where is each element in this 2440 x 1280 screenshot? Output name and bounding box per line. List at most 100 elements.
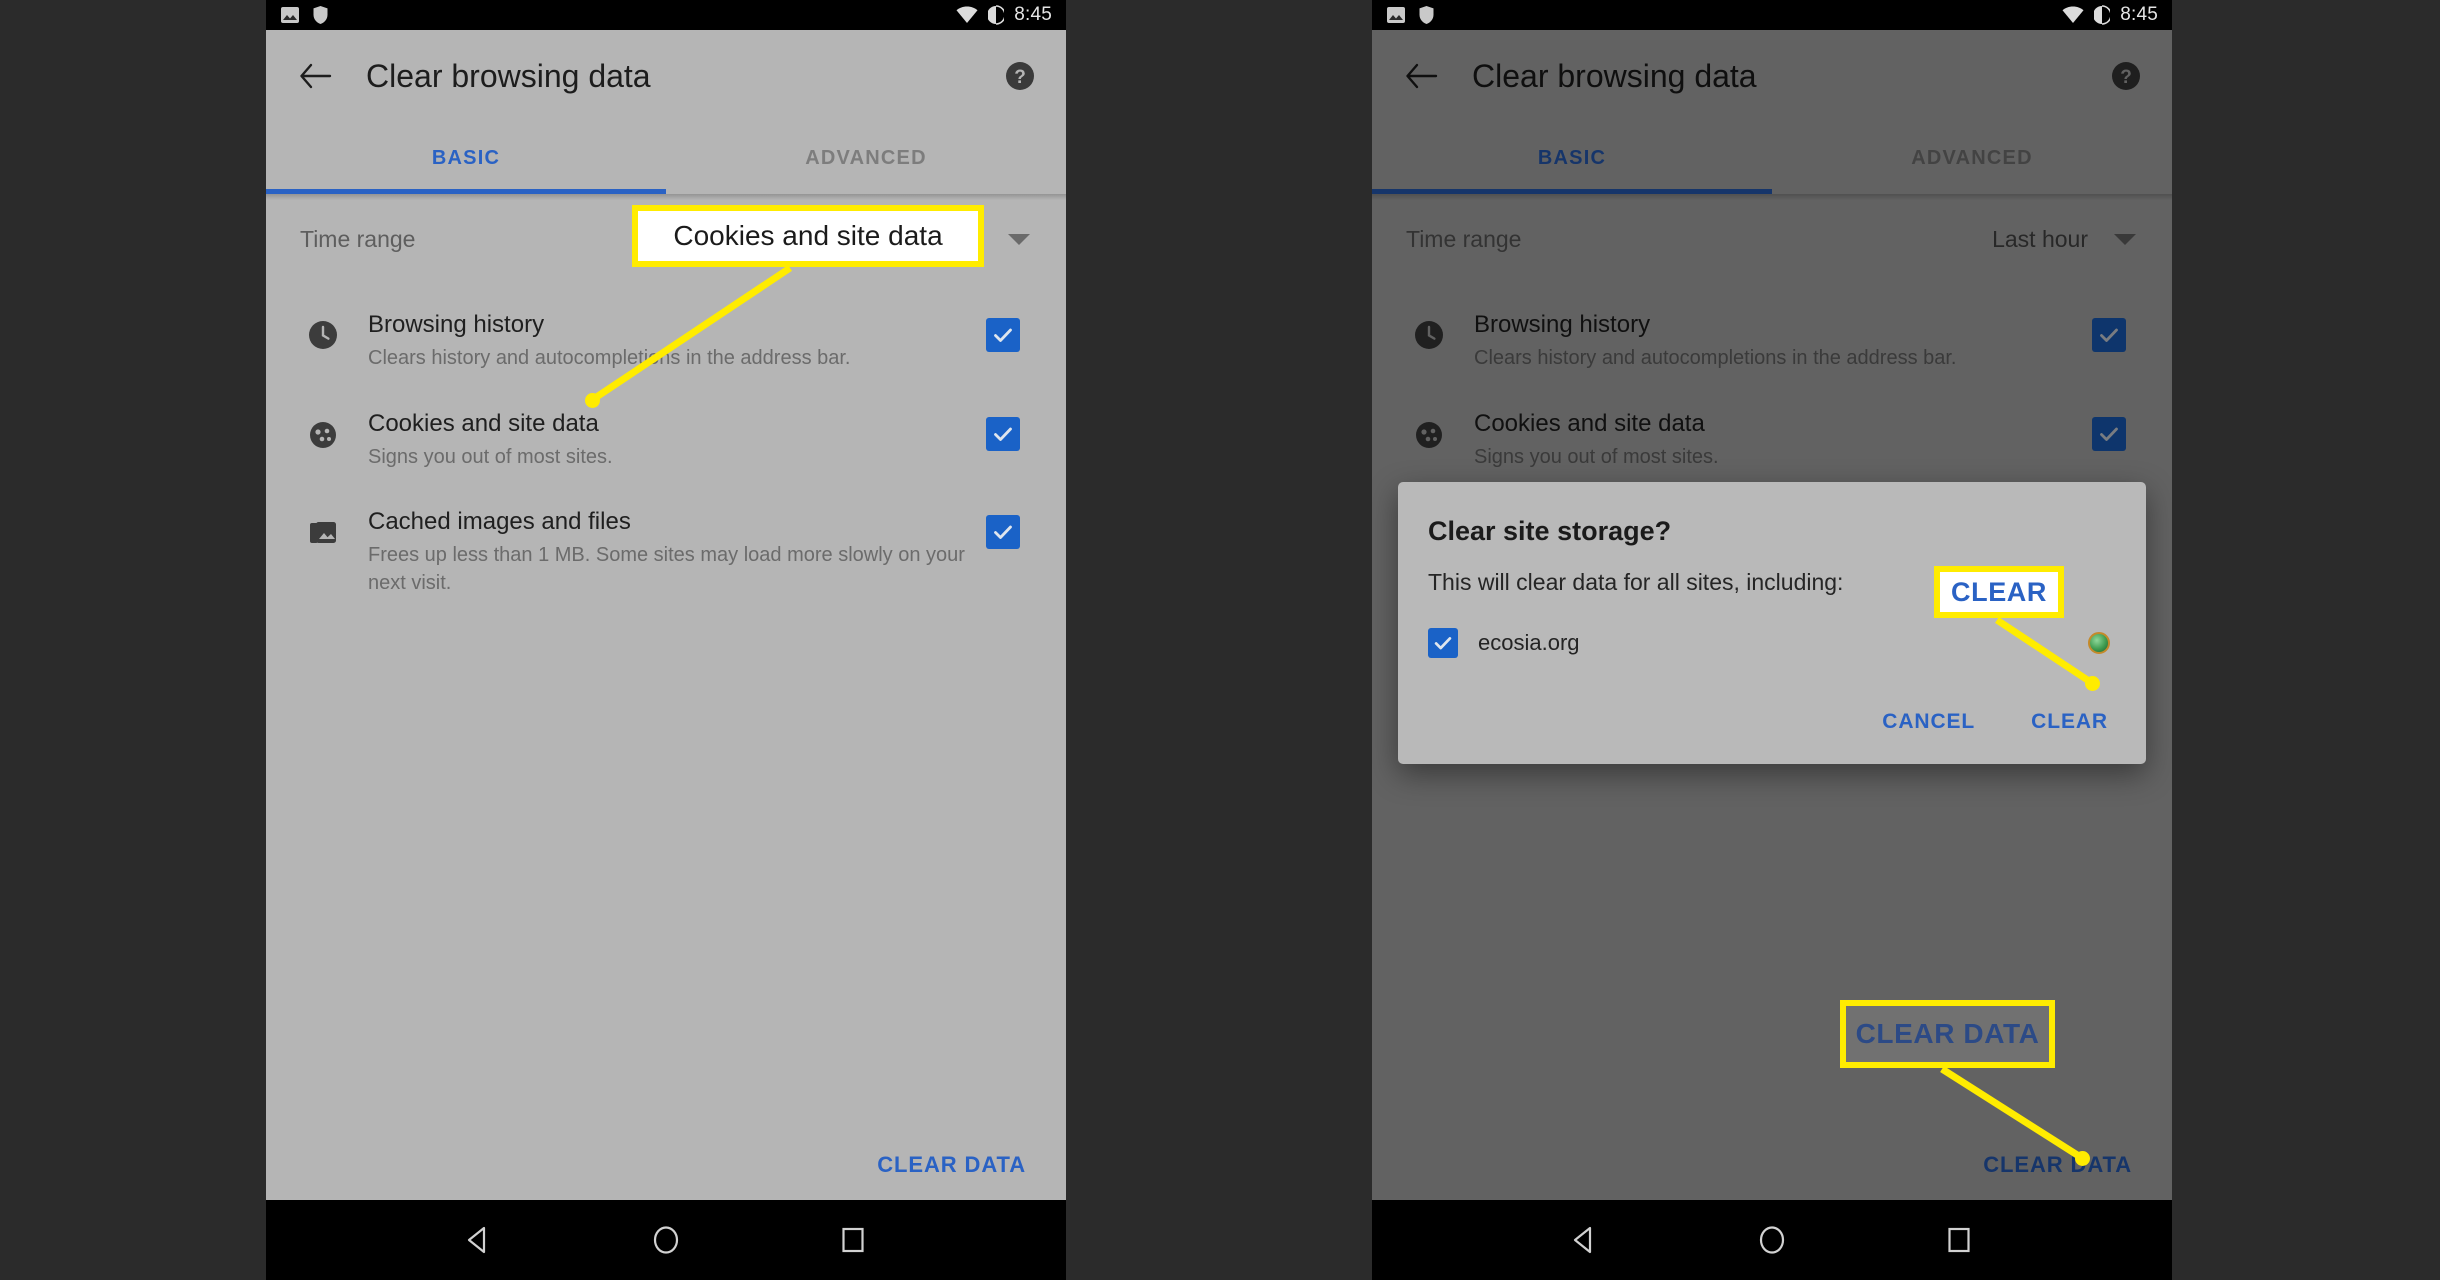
annotation-anchor-dot-clear xyxy=(2085,676,2100,691)
status-bar-right: 8:45 xyxy=(1372,0,2172,30)
settings-content-left: Time range Browsing history Clears histo… xyxy=(266,200,1066,1200)
annotation-callout-cookies: Cookies and site data xyxy=(632,205,984,267)
help-icon[interactable]: ? xyxy=(2106,56,2146,96)
android-nav-bar-right xyxy=(1372,1200,2172,1280)
checkbox-checked-icon[interactable] xyxy=(986,318,1020,352)
clear-data-button[interactable]: CLEAR DATA xyxy=(1983,1152,2132,1178)
option-checkbox-browsing-history[interactable] xyxy=(2092,310,2138,352)
checkbox-checked-icon[interactable] xyxy=(1428,628,1458,658)
dialog-site-name: ecosia.org xyxy=(1478,630,1580,655)
annotation-callout-clear: CLEAR xyxy=(1934,566,2064,618)
time-range-label: Time range xyxy=(300,225,416,252)
clear-options-list-left: Browsing history Clears history and auto… xyxy=(266,278,1066,615)
phone-left: 8:45 Clear browsing data ? BASIC ADVANCE… xyxy=(266,0,1066,1280)
tab-bar-left: BASIC ADVANCED xyxy=(266,122,1066,194)
tab-basic-label: BASIC xyxy=(431,146,501,169)
option-text-cookies: Cookies and site data Signs you out of m… xyxy=(352,409,986,472)
option-text-browsing-history: Browsing history Clears history and auto… xyxy=(352,310,986,373)
option-checkbox-browsing-history[interactable] xyxy=(986,310,1032,352)
nav-home-circle-icon[interactable] xyxy=(642,1216,690,1264)
option-checkbox-cached-images[interactable] xyxy=(986,507,1032,550)
android-nav-bar-left xyxy=(266,1200,1066,1280)
option-checkbox-cookies[interactable] xyxy=(2092,409,2138,451)
option-title: Cookies and site data xyxy=(368,409,599,437)
tab-bar-right: BASIC ADVANCED xyxy=(1372,122,2172,194)
tab-active-indicator xyxy=(1372,189,1772,194)
back-button[interactable] xyxy=(292,53,338,99)
annotation-callout-clear-data: CLEAR DATA xyxy=(1840,1000,2055,1068)
svg-text:?: ? xyxy=(2120,67,2132,88)
checkbox-checked-icon[interactable] xyxy=(2092,416,2126,451)
clock-icon xyxy=(1400,310,1458,352)
checkbox-checked-icon[interactable] xyxy=(2092,318,2126,352)
page-title: Clear browsing data xyxy=(366,57,651,94)
nav-back-triangle-icon[interactable] xyxy=(455,1216,503,1264)
tab-basic-label: BASIC xyxy=(1537,146,1607,169)
svg-text:?: ? xyxy=(1014,67,1026,88)
nav-back-triangle-icon[interactable] xyxy=(1561,1216,1609,1264)
tab-advanced[interactable]: ADVANCED xyxy=(1772,122,2172,194)
option-row-browsing-history[interactable]: Browsing history Clears history and auto… xyxy=(1372,292,2172,391)
help-icon[interactable]: ? xyxy=(1000,56,1040,96)
annotation-anchor-dot-cleardata xyxy=(2075,1151,2090,1166)
option-description: Signs you out of most sites. xyxy=(368,445,613,468)
photo-stack-icon xyxy=(294,507,352,549)
tab-advanced-label: ADVANCED xyxy=(1911,146,2033,169)
option-title: Browsing history xyxy=(368,311,545,338)
tab-basic[interactable]: BASIC xyxy=(266,122,666,194)
wifi-icon xyxy=(956,6,978,24)
dialog-site-row[interactable]: ecosia.org xyxy=(1428,628,2116,658)
dialog-title: Clear site storage? xyxy=(1428,516,1672,546)
nav-home-circle-icon[interactable] xyxy=(1748,1216,1796,1264)
battery-icon xyxy=(2094,5,2111,25)
status-bar-clock: 8:45 xyxy=(2120,4,2158,25)
clear-data-button[interactable]: CLEAR DATA xyxy=(877,1152,1026,1178)
image-icon xyxy=(1386,6,1406,24)
nav-recents-square-icon[interactable] xyxy=(1935,1216,1983,1264)
status-bar-clock: 8:45 xyxy=(1014,4,1052,25)
tab-advanced[interactable]: ADVANCED xyxy=(666,122,1066,194)
option-title: Browsing history xyxy=(1474,311,1651,338)
option-text-cached-images: Cached images and files Frees up less th… xyxy=(352,507,986,597)
option-row-cached-images[interactable]: Cached images and files Frees up less th… xyxy=(266,489,1066,615)
status-bar-right-icons: 8:45 xyxy=(956,4,1052,26)
back-button[interactable] xyxy=(1398,53,1444,99)
option-description: Frees up less than 1 MB. Some sites may … xyxy=(368,544,965,594)
tab-basic[interactable]: BASIC xyxy=(1372,122,1772,194)
battery-icon xyxy=(988,5,1005,25)
dialog-clear-button[interactable]: CLEAR xyxy=(2031,710,2108,734)
annotation-label: Cookies and site data xyxy=(673,220,943,251)
ecosia-favicon-icon xyxy=(2088,632,2110,654)
page-title: Clear browsing data xyxy=(1472,57,1757,94)
app-toolbar-left: Clear browsing data ? xyxy=(266,30,1066,122)
annotation-label: CLEAR DATA xyxy=(1855,1018,2040,1049)
cookie-icon xyxy=(1400,409,1458,451)
annotation-label: CLEAR xyxy=(1951,576,2047,607)
time-range-row[interactable]: Time range Last hour xyxy=(1372,200,2172,278)
option-checkbox-cookies[interactable] xyxy=(986,409,1032,451)
checkbox-checked-icon[interactable] xyxy=(986,416,1020,451)
option-text-cookies: Cookies and site data Signs you out of m… xyxy=(1458,409,2092,472)
option-description: Signs you out of most sites. xyxy=(1474,445,1719,468)
clock-icon xyxy=(294,310,352,352)
shield-icon xyxy=(312,5,329,25)
image-icon xyxy=(280,6,300,24)
chevron-down-icon[interactable] xyxy=(1008,233,1030,245)
status-bar-left-icons xyxy=(280,5,329,25)
option-row-cookies[interactable]: Cookies and site data Signs you out of m… xyxy=(266,391,1066,490)
status-bar-right-right-icons: 8:45 xyxy=(2062,4,2158,26)
status-bar-left: 8:45 xyxy=(266,0,1066,30)
checkbox-checked-icon[interactable] xyxy=(986,515,1020,550)
nav-recents-square-icon[interactable] xyxy=(829,1216,877,1264)
annotation-anchor-dot-cookies xyxy=(585,393,600,408)
clear-site-storage-dialog: Clear site storage? This will clear data… xyxy=(1398,482,2146,764)
shield-icon xyxy=(1418,5,1435,25)
option-title: Cached images and files xyxy=(368,508,631,536)
chevron-down-icon[interactable] xyxy=(2114,233,2136,245)
status-bar-right-left-icons xyxy=(1386,5,1435,25)
dialog-cancel-button[interactable]: CANCEL xyxy=(1882,710,1975,734)
option-row-cookies[interactable]: Cookies and site data Signs you out of m… xyxy=(1372,391,2172,490)
dialog-actions: CANCEL CLEAR xyxy=(1428,710,2116,744)
option-row-browsing-history[interactable]: Browsing history Clears history and auto… xyxy=(266,292,1066,391)
screenshot-stage: 8:45 Clear browsing data ? BASIC ADVANCE… xyxy=(0,0,2440,1280)
